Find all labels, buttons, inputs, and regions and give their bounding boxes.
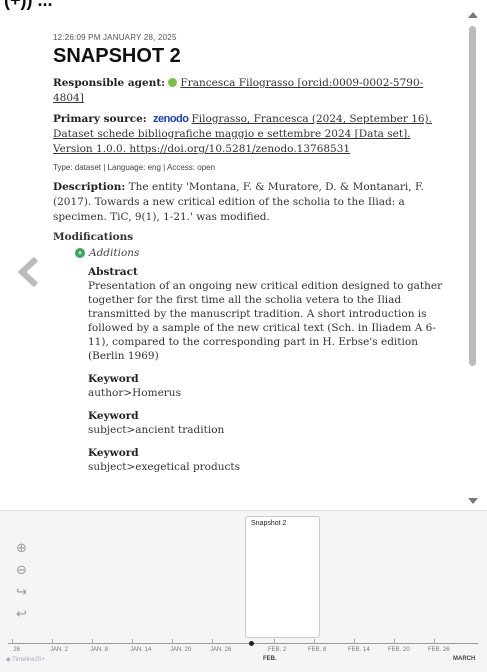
axis-tick [274,639,275,644]
snapshot-panel: 12:26:09 PM JANUARY 28, 2025 SNAPSHOT 2 … [53,12,453,512]
axis-label: FEB. 26 [428,647,450,653]
zoom-out-icon[interactable]: ⊖ [16,560,32,582]
axis-major-label: FEB. [263,656,277,662]
timeline-toolbar: ⊕ ⊖ ↪ ↩ [16,538,32,626]
primary-source: Primary source: zenodo Filograsso, France… [53,112,453,157]
field-value: subject>ancient tradition [88,424,225,436]
axis-tick [314,639,315,644]
primary-source-text-1: Filograsso, Francesca (2024, September 1… [191,113,433,125]
axis-label: FEB. 14 [348,647,370,653]
modification-field: Keyword author>Homerus [88,372,453,400]
timeline-axis[interactable]: . 26 JAN. 2 JAN. 8 JAN. 14 JAN. 20 JAN. … [8,639,478,669]
vertical-scrollbar[interactable] [466,10,480,510]
back-icon[interactable]: ↩ [16,604,32,626]
source-meta: Type: dataset | Language: eng | Access: … [53,163,216,172]
field-value: Presentation of an ongoing new critical … [88,280,443,362]
header-cut: (+)) ... [0,0,487,10]
axis-tick [12,639,13,644]
modification-field: Abstract Presentation of an ongoing new … [88,265,453,363]
additions-heading: + Additions [75,247,453,259]
field-value: subject>exegetical products [88,461,240,473]
scrollbar-thumb[interactable] [469,26,476,366]
field-label: Abstract [88,266,138,278]
axis-tick [92,639,93,644]
responsible-agent-label: Responsible agent: [53,77,166,89]
timeline-snapshot-card[interactable]: Snapshot 2 [245,516,320,638]
axis-label: FEB. 2 [268,647,287,653]
timeline-panel: ⊕ ⊖ ↪ ↩ Snapshot 2 . 26 JAN. 2 JAN. 8 JA… [0,510,487,672]
axis-label: JAN. 26 [210,647,232,653]
forward-icon[interactable]: ↪ [16,582,32,604]
snapshot-title: SNAPSHOT 2 [53,45,181,67]
additions-label: Additions [89,247,140,259]
modifications-heading: Modifications [53,231,134,243]
primary-source-label: Primary source: [53,113,147,125]
axis-tick [52,639,53,644]
primary-source-text-2: Dataset schede bibliografiche maggio e s… [53,128,411,140]
timeline-footer: ◆ TimelineJS+ [6,657,46,663]
axis-label: JAN. 8 [90,647,109,653]
axis-tick [132,639,133,644]
axis-tick [212,639,213,644]
field-value: author>Homerus [88,387,181,399]
scroll-up-icon[interactable] [468,12,478,18]
axis-label: FEB. 20 [388,647,410,653]
chevron-left-icon [17,256,39,288]
timeline-marker[interactable] [249,641,254,646]
zoom-in-icon[interactable]: ⊕ [16,538,32,560]
field-label: Keyword [88,410,139,422]
axis-label: JAN. 20 [170,647,192,653]
axis-label: JAN. 14 [130,647,152,653]
responsible-agent-text-2: 4804] [53,92,84,104]
description: Description: The entity 'Montana, F. & M… [53,180,453,225]
axis-tick [354,639,355,644]
responsible-agent-text-1: Francesca Filograsso [orcid:0009-0002-57… [180,77,424,89]
add-circle-icon: + [75,248,85,258]
axis-label: . 26 [10,647,21,653]
header-title: (+)) ... [4,0,53,10]
axis-major-label: MARCH [453,656,476,662]
primary-source-text-3: Version 1.0.0. https://doi.org/10.5281/z… [53,143,351,155]
axis-tick [394,639,395,644]
responsible-agent: Responsible agent: Francesca Filograsso … [53,76,453,106]
field-label: Keyword [88,447,139,459]
modification-field: Keyword subject>ancient tradition [88,409,453,437]
zenodo-logo-icon: zenodo [153,113,189,125]
description-label: Description: [53,181,126,193]
axis-label: JAN. 2 [50,647,69,653]
axis-label: FEB. 8 [308,647,327,653]
axis-tick [172,639,173,644]
agent-status-icon [168,78,178,87]
snapshot-card-label: Snapshot 2 [251,520,287,527]
axis-line [8,643,478,644]
axis-tick [434,639,435,644]
snapshot-timestamp: 12:26:09 PM JANUARY 28, 2025 [53,33,177,42]
field-label: Keyword [88,373,139,385]
scroll-down-icon[interactable] [468,498,478,504]
modification-field: Keyword subject>exegetical products [88,446,453,474]
previous-snapshot-button[interactable] [16,256,42,288]
